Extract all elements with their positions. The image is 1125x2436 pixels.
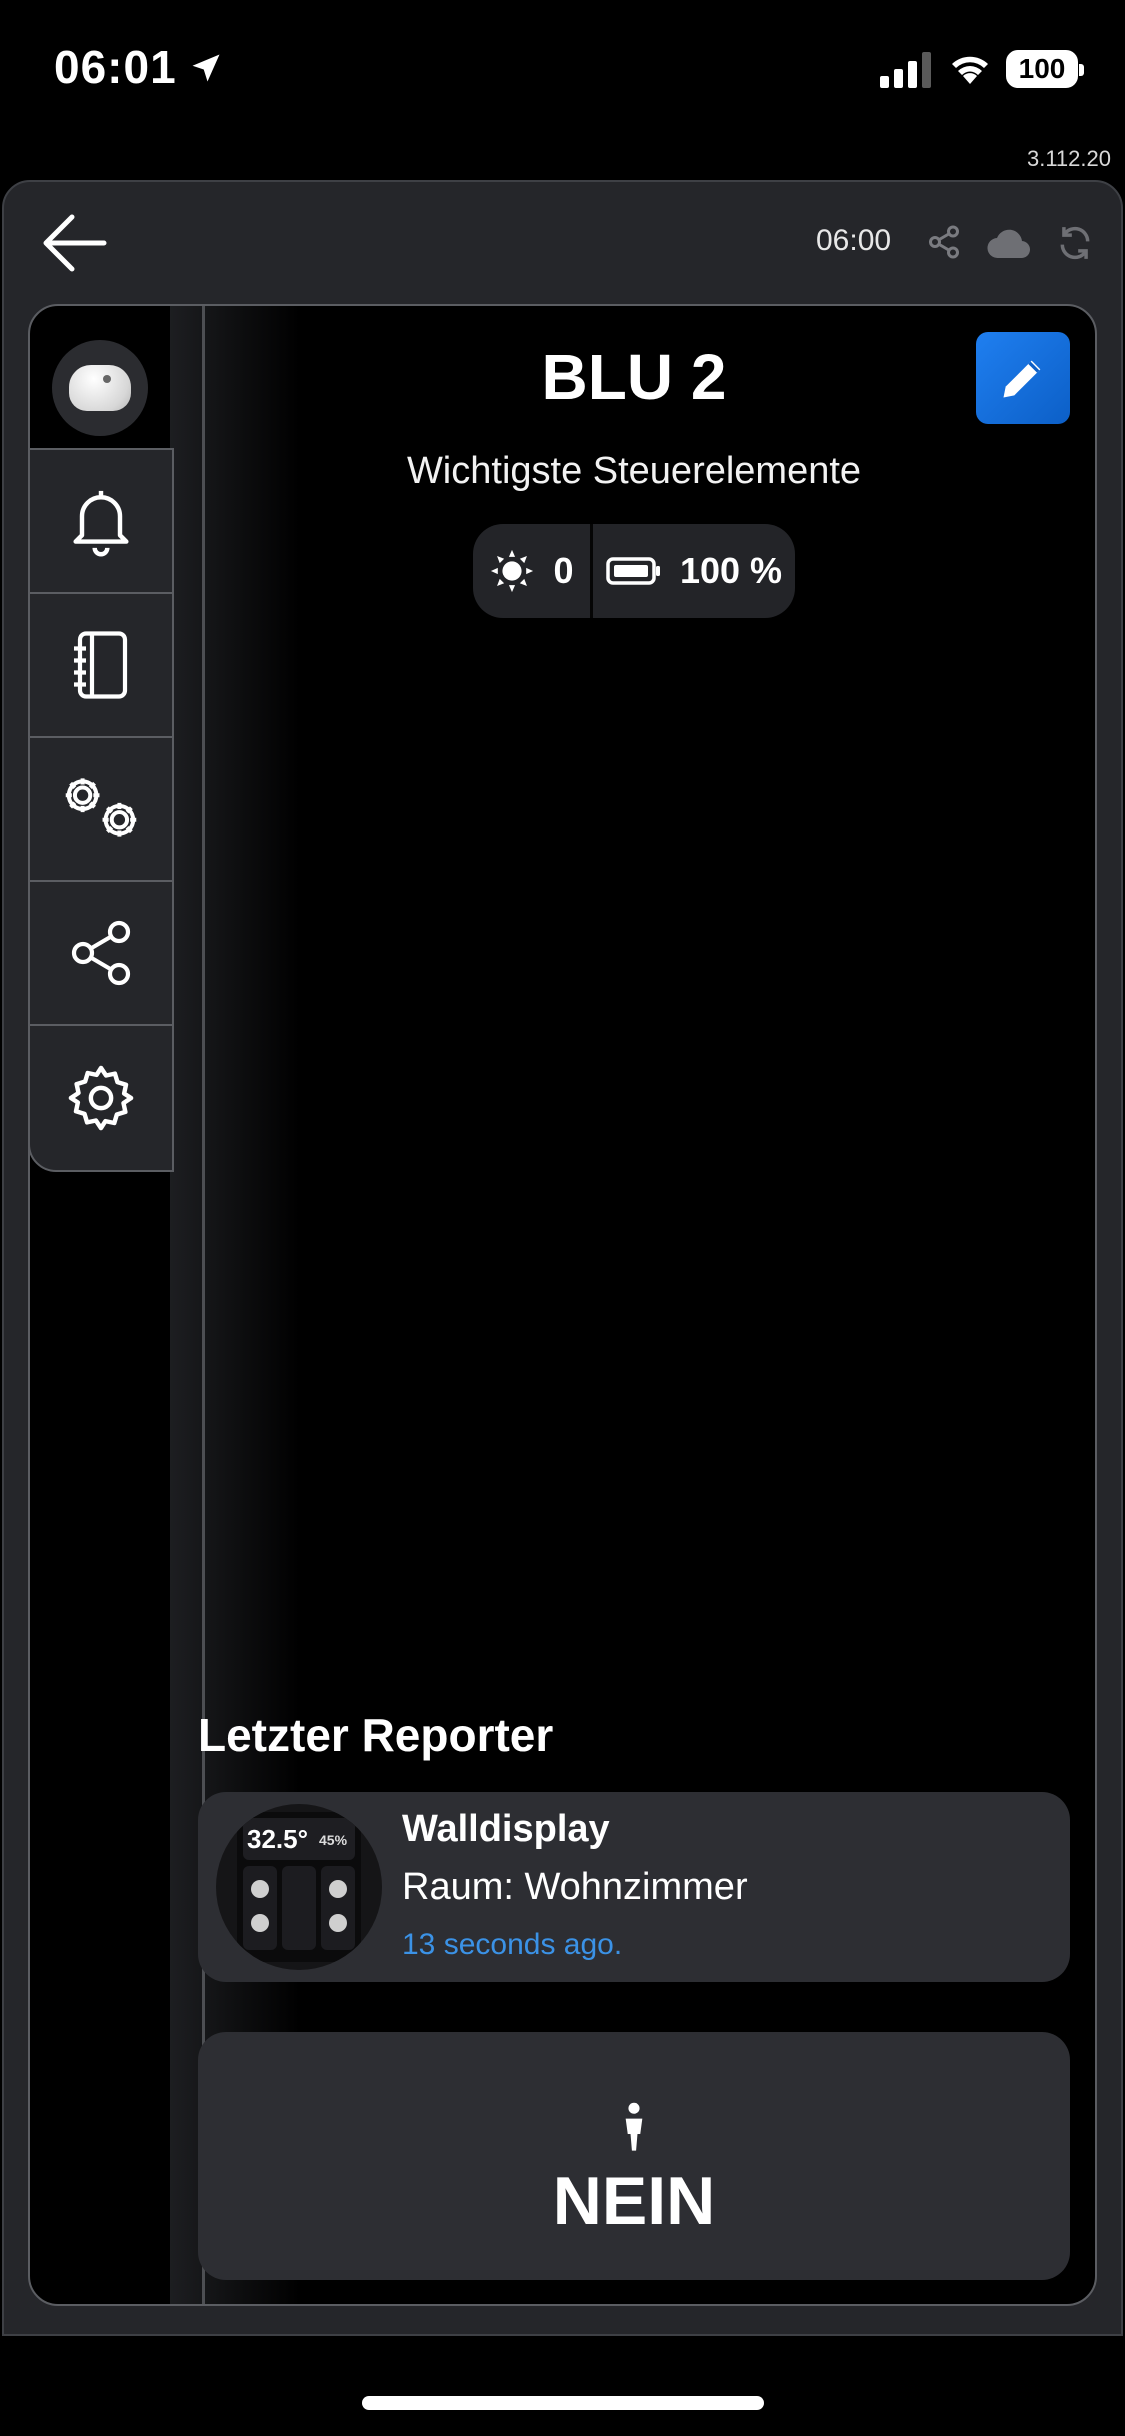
reporter-room: Raum: Wohnzimmer <box>402 1866 748 1908</box>
device-image <box>52 340 148 436</box>
walldisplay-knob <box>329 1880 347 1898</box>
sun-icon <box>491 549 534 593</box>
sidebar-item-settings[interactable] <box>30 1026 172 1170</box>
battery-chip: 100 % <box>593 524 795 618</box>
bell-icon <box>73 490 129 557</box>
walldisplay-humidity: 45% <box>319 1832 348 1848</box>
panel-divider <box>202 306 205 2304</box>
battery-value: 100 % <box>679 550 783 591</box>
device-status-chips: 0 100 % <box>473 524 795 618</box>
walldisplay-knob <box>329 1914 347 1932</box>
reporter-time-ago: 13 seconds ago. <box>402 1928 623 1961</box>
pencil-icon <box>1003 360 1041 398</box>
motion-status-value: NEIN <box>552 2163 716 2239</box>
walldisplay-temp: 32.5° <box>247 1824 309 1854</box>
reporter-device-image: 32.5° 45% <box>216 1804 382 1970</box>
side-navigation <box>28 448 174 1172</box>
share-icon <box>71 920 131 986</box>
walldisplay-panel <box>321 1866 355 1950</box>
last-reporter-heading: Letzter Reporter <box>198 1709 554 1761</box>
cellular-signal-icon <box>880 52 931 88</box>
walldisplay-knob <box>251 1914 269 1932</box>
battery-icon <box>606 557 660 585</box>
notebook-icon <box>74 631 128 699</box>
device-title: BLU 2 <box>541 341 727 413</box>
motion-status-card[interactable]: NEIN <box>198 2032 1070 2280</box>
reporter-name: Walldisplay <box>402 1808 610 1850</box>
battery-indicator: 100 <box>1006 50 1084 88</box>
edit-button[interactable] <box>976 332 1070 424</box>
illuminance-value: 0 <box>553 550 574 591</box>
device-subtitle: Wichtigste Steuerelemente <box>406 450 862 492</box>
sidebar-item-log[interactable] <box>30 594 172 738</box>
back-button[interactable] <box>38 210 110 276</box>
wifi-icon <box>952 56 988 84</box>
gears-icon <box>65 778 137 837</box>
cloud-icon[interactable] <box>986 226 1032 260</box>
person-icon <box>625 2102 643 2151</box>
status-time: 06:01 <box>54 41 177 93</box>
sidebar-item-notifications[interactable] <box>30 450 172 594</box>
illuminance-chip: 0 <box>473 524 593 618</box>
sidebar-item-actions[interactable] <box>30 738 172 882</box>
refresh-icon[interactable] <box>1056 224 1094 262</box>
gear-icon <box>68 1065 134 1131</box>
walldisplay-knob <box>251 1880 269 1898</box>
share-icon[interactable] <box>926 224 962 260</box>
sidebar-item-share[interactable] <box>30 882 172 1026</box>
walldisplay-panel <box>282 1866 316 1950</box>
walldisplay-panel <box>243 1866 277 1950</box>
app-version: 3.112.20 <box>1026 146 1111 171</box>
arrow-left-icon <box>43 214 107 272</box>
location-arrow-icon <box>192 54 220 82</box>
home-indicator[interactable] <box>362 2396 764 2410</box>
sensor-puck <box>69 365 131 411</box>
panel-gradient <box>170 306 300 2304</box>
walldisplay-thumbnail: 32.5° 45% <box>237 1812 361 1962</box>
last-update-time: 06:00 <box>816 224 892 257</box>
status-bar: 06:01 100 <box>0 0 1125 130</box>
